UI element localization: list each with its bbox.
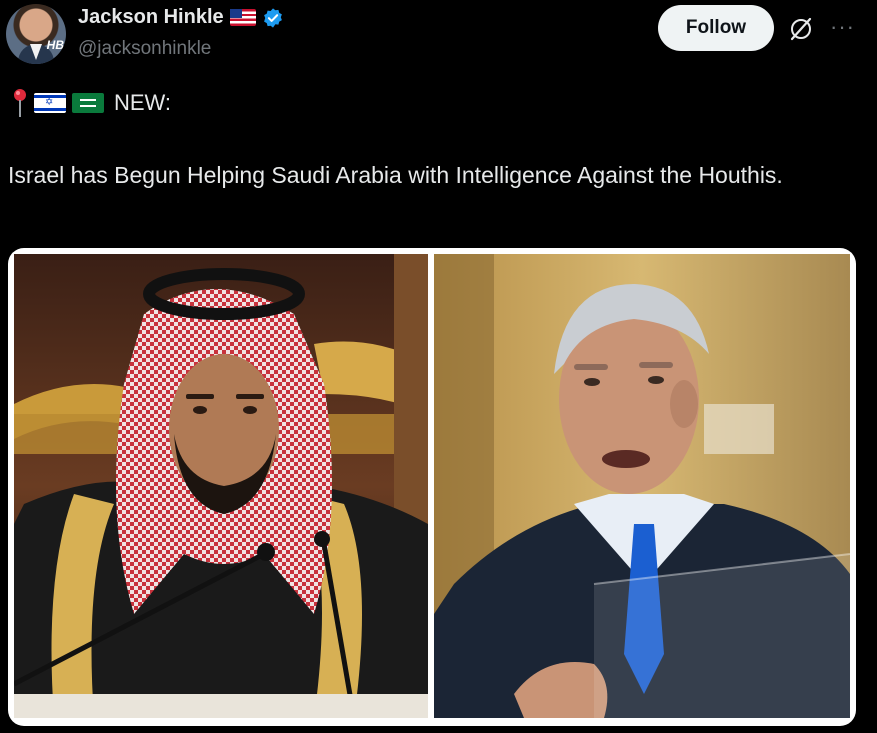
pin-icon bbox=[14, 89, 26, 117]
us-flag-icon bbox=[229, 9, 256, 26]
follow-button[interactable]: Follow bbox=[658, 5, 774, 51]
author-avatar[interactable]: HB bbox=[6, 4, 66, 64]
man-in-red-white-keffiyeh-photo[interactable] bbox=[14, 254, 428, 718]
verified-badge-icon bbox=[263, 7, 282, 28]
author-handle[interactable]: @jacksonhinkle bbox=[78, 38, 211, 60]
more-options-icon[interactable]: ··· bbox=[830, 14, 855, 40]
avatar-badge-text: HB bbox=[46, 38, 64, 52]
author-display-name[interactable]: Jackson Hinkle bbox=[78, 6, 224, 29]
man-in-suit-speaking-photo[interactable] bbox=[434, 254, 850, 718]
israel-flag-icon: ✡ bbox=[34, 93, 66, 113]
tweet: HB Jackson Hinkle @jacksonhinkle Follow … bbox=[0, 0, 877, 733]
tweet-lead-label: NEW: bbox=[114, 90, 172, 115]
tweet-lead-line: ✡ NEW: bbox=[12, 88, 171, 118]
tweet-text: Israel has Begun Helping Saudi Arabia wi… bbox=[8, 162, 783, 188]
media-container[interactable] bbox=[8, 248, 856, 726]
saudi-flag-icon bbox=[72, 93, 104, 113]
grok-icon[interactable] bbox=[788, 16, 814, 42]
author-name-row: Jackson Hinkle bbox=[78, 6, 284, 29]
